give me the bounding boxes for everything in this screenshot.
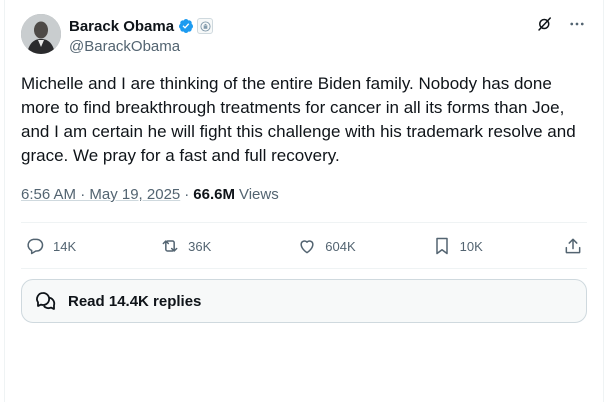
read-replies-button[interactable]: Read 14.4K replies	[21, 279, 587, 323]
heart-icon	[300, 240, 314, 254]
verified-badge-icon	[178, 18, 194, 34]
repost-count: 36K	[188, 238, 212, 254]
like-count: 604K	[325, 238, 356, 254]
reply-button[interactable]: 14K	[25, 236, 76, 256]
author-handle[interactable]: @BarackObama	[69, 38, 213, 55]
like-button[interactable]: 604K	[297, 236, 356, 256]
share-button[interactable]	[563, 236, 583, 256]
reply-count: 14K	[53, 238, 77, 254]
action-bar: 14K 36K 604K 10K	[21, 234, 587, 258]
reply-icon	[27, 238, 44, 255]
tweet-card: Barack Obama @BarackObama Michelle and I…	[4, 0, 604, 402]
author-names: Barack Obama @BarackObama	[69, 16, 214, 55]
bookmark-count: 10K	[459, 238, 483, 254]
bookmark-icon	[435, 237, 448, 255]
read-replies-label: Read 14.4K replies	[68, 292, 202, 310]
name-row: Barack Obama	[69, 16, 214, 36]
grok-icon[interactable]	[535, 14, 555, 34]
tweet-header: Barack Obama @BarackObama	[21, 14, 587, 58]
more-options-icon[interactable]	[567, 14, 587, 34]
author-display-name[interactable]: Barack Obama	[69, 18, 174, 35]
divider	[21, 222, 587, 223]
views-count: 66.6M	[193, 186, 235, 203]
views-label: Views	[238, 186, 279, 203]
bookmark-button[interactable]: 10K	[432, 236, 483, 256]
meta-separator: ·	[184, 186, 190, 203]
repost-button[interactable]: 36K	[160, 236, 211, 256]
tweet-meta: 6:56 AM · May 19, 2025 · 66.6M Views	[21, 186, 279, 203]
header-actions	[535, 14, 587, 34]
tweet-timestamp[interactable]: 6:56 AM · May 19, 2025	[21, 186, 180, 203]
avatar[interactable]	[21, 14, 61, 54]
tweet-text: Michelle and I are thinking of the entir…	[21, 74, 576, 165]
government-affiliation-icon	[197, 18, 214, 34]
share-icon	[565, 238, 581, 254]
chat-bubbles-icon	[36, 292, 56, 310]
repost-icon	[162, 240, 178, 252]
divider	[21, 268, 587, 269]
